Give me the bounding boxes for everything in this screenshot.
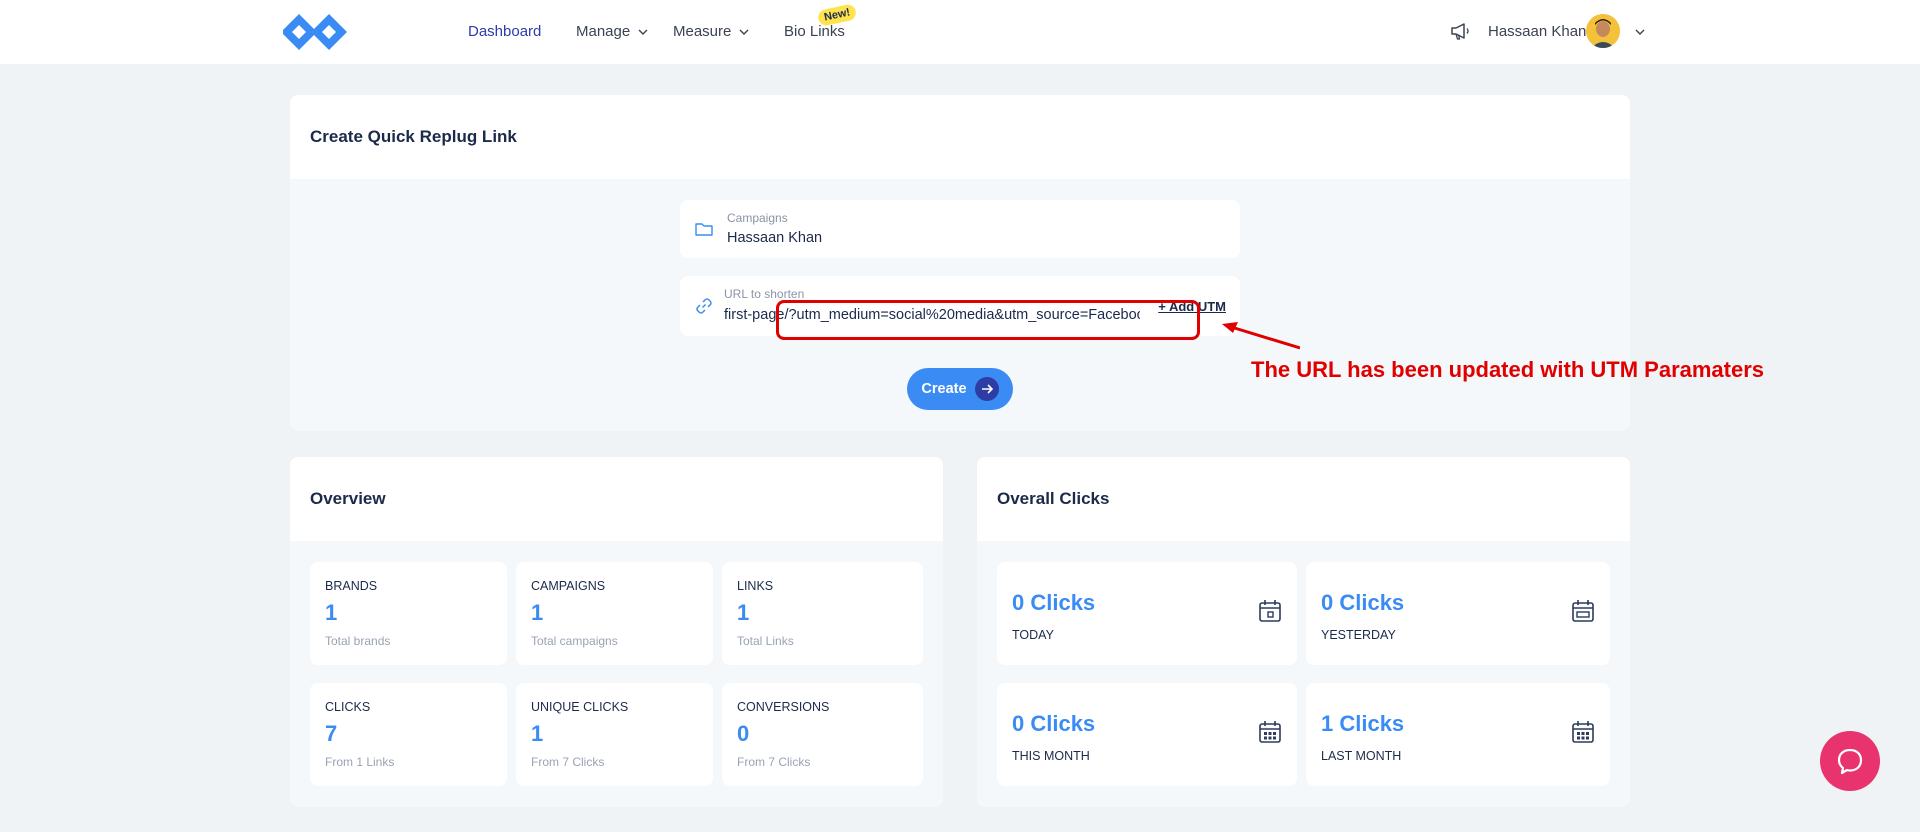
replug-logo[interactable]	[283, 14, 347, 50]
nav-manage[interactable]: Manage	[576, 23, 648, 40]
url-label: URL to shorten	[724, 287, 805, 301]
clicks-value: 0 Clicks	[1012, 590, 1096, 615]
nav-dashboard-label: Dashboard	[468, 23, 542, 40]
stat-value: 1	[737, 600, 750, 625]
link-icon	[696, 298, 712, 314]
nav-bio-links-label: Bio Links	[784, 23, 845, 40]
stat-sub: From 7 Clicks	[531, 755, 605, 769]
calendar-month-icon	[1572, 721, 1594, 743]
nav-dashboard[interactable]: Dashboard	[468, 23, 541, 40]
calendar-month-icon	[1259, 721, 1281, 743]
stat-sub: Total Links	[737, 634, 794, 648]
stat-value: 1	[531, 600, 544, 625]
clicks-tile-this-month[interactable]: 0 Clicks THIS MONTH	[997, 683, 1297, 786]
stat-value: 0	[737, 721, 750, 746]
stat-label: UNIQUE CLICKS	[531, 700, 629, 714]
stat-sub: From 1 Links	[325, 755, 395, 769]
stat-label: BRANDS	[325, 579, 378, 593]
clicks-value: 0 Clicks	[1321, 590, 1405, 615]
clicks-label: LAST MONTH	[1321, 749, 1402, 763]
nav-manage-label: Manage	[576, 23, 631, 40]
stat-sub: Total brands	[325, 634, 391, 648]
stat-value: 1	[531, 721, 544, 746]
stat-sub: From 7 Clicks	[737, 755, 811, 769]
stat-label: LINKS	[737, 579, 774, 593]
annotation-text: The URL has been updated with UTM Parama…	[1251, 357, 1765, 382]
create-label: Create	[921, 381, 967, 397]
top-navbar: Dashboard Manage Measure Bio Links New! …	[0, 0, 1920, 64]
clicks-label: THIS MONTH	[1012, 749, 1090, 763]
campaign-select[interactable]: Campaigns Hassaan Khan	[680, 200, 1240, 258]
nav-measure-label: Measure	[673, 23, 732, 40]
folder-icon	[695, 223, 713, 236]
user-name[interactable]: Hassaan Khan	[1488, 23, 1586, 40]
stat-value: 1	[325, 600, 338, 625]
stat-tile-campaigns[interactable]: CAMPAIGNS 1 Total campaigns	[516, 562, 713, 665]
arrow-right-icon	[974, 377, 999, 401]
overview-title: Overview	[310, 489, 386, 508]
quick-link-header: Create Quick Replug Link	[290, 95, 1630, 179]
stat-tile-clicks[interactable]: CLICKS 7 From 1 Links	[310, 683, 507, 786]
clicks-label: TODAY	[1012, 628, 1054, 642]
overall-clicks-card: Overall Clicks 0 Clicks TODAY 0 Clicks Y…	[977, 457, 1630, 807]
clicks-tile-yesterday[interactable]: 0 Clicks YESTERDAY	[1306, 562, 1610, 665]
stat-tile-unique-clicks[interactable]: UNIQUE CLICKS 1 From 7 Clicks	[516, 683, 713, 786]
stat-tile-brands[interactable]: BRANDS 1 Total brands	[310, 562, 507, 665]
campaign-value: Hassaan Khan	[727, 230, 823, 246]
chat-bubble-icon	[1837, 748, 1863, 775]
overview-card: Overview BRANDS 1 Total brands CAMPAIGNS…	[290, 457, 943, 807]
overall-clicks-title: Overall Clicks	[997, 489, 1110, 508]
chevron-down-icon	[638, 29, 648, 35]
stat-label: CLICKS	[325, 700, 371, 714]
create-button[interactable]: Create	[907, 368, 1013, 410]
stat-sub: Total campaigns	[531, 634, 618, 648]
stat-tile-links[interactable]: LINKS 1 Total Links	[722, 562, 923, 665]
stat-label: CAMPAIGNS	[531, 579, 606, 593]
stat-label: CONVERSIONS	[737, 700, 830, 714]
calendar-day-icon	[1259, 600, 1281, 622]
avatar-person-icon	[1586, 14, 1620, 48]
chevron-down-icon	[739, 29, 749, 35]
chat-support-button[interactable]	[1820, 731, 1880, 791]
annotation-arrow-icon	[1222, 322, 1300, 350]
calendar-week-icon	[1572, 600, 1594, 622]
campaign-label: Campaigns	[727, 211, 788, 225]
clicks-tile-today[interactable]: 0 Clicks TODAY	[997, 562, 1297, 665]
clicks-value: 1 Clicks	[1321, 711, 1405, 736]
annotation-highlight-box	[776, 300, 1200, 340]
clicks-label: YESTERDAY	[1321, 628, 1396, 642]
clicks-tile-last-month[interactable]: 1 Clicks LAST MONTH	[1306, 683, 1610, 786]
avatar[interactable]	[1586, 14, 1620, 48]
overview-header: Overview	[290, 457, 943, 541]
megaphone-icon[interactable]	[1449, 20, 1471, 42]
clicks-value: 0 Clicks	[1012, 711, 1096, 736]
overall-clicks-header: Overall Clicks	[977, 457, 1630, 541]
quick-link-title: Create Quick Replug Link	[310, 127, 517, 146]
nav-bio-links[interactable]: Bio Links	[784, 23, 845, 40]
nav-measure[interactable]: Measure	[673, 23, 749, 40]
stat-tile-conversions[interactable]: CONVERSIONS 0 From 7 Clicks	[722, 683, 923, 786]
chevron-down-icon[interactable]	[1634, 26, 1646, 38]
stat-value: 7	[325, 721, 338, 746]
